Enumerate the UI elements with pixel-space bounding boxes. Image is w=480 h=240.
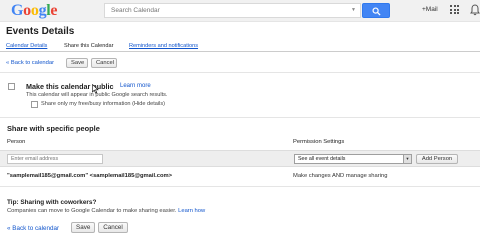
chevron-down-icon[interactable]: ▼	[351, 7, 356, 13]
top-bar: Google ▼ +Mail	[0, 0, 480, 22]
back-to-calendar-link-bottom[interactable]: « Back to calendar	[7, 225, 59, 232]
learn-how-link[interactable]: Learn how	[178, 208, 205, 214]
permission-selected-value: See all event details	[298, 156, 346, 162]
freebusy-checkbox[interactable]	[31, 101, 38, 108]
learn-more-link[interactable]: Learn more	[120, 83, 151, 89]
divider	[0, 117, 480, 118]
save-button-top[interactable]: Save	[66, 58, 88, 68]
public-description: This calendar will appear in public Goog…	[26, 92, 168, 98]
page-title: Events Details	[6, 26, 75, 37]
cancel-button-bottom[interactable]: Cancel	[98, 222, 128, 233]
divider	[0, 186, 480, 187]
google-logo[interactable]: Google	[11, 2, 58, 20]
permission-dropdown[interactable]: See all event details ▼	[294, 154, 412, 164]
person-column-header: Person	[7, 139, 26, 145]
chevron-down-icon[interactable]: ▼	[403, 155, 411, 163]
cancel-button-top[interactable]: Cancel	[91, 58, 117, 68]
permission-column-header: Permission Settings	[293, 139, 345, 145]
tab-share-this-calendar[interactable]: Share this Calendar	[64, 43, 113, 49]
tab-reminders-notifications[interactable]: Reminders and notifications	[129, 43, 198, 49]
search-button[interactable]	[362, 3, 390, 18]
search-icon	[372, 7, 381, 16]
search-input[interactable]	[105, 4, 345, 17]
apps-grid-icon[interactable]	[450, 5, 459, 14]
share-specific-heading: Share with specific people	[7, 124, 100, 133]
plus-mail-link[interactable]: +Mail	[422, 6, 438, 13]
divider	[0, 72, 480, 73]
bell-icon[interactable]	[470, 4, 480, 16]
search-box[interactable]: ▼	[104, 3, 361, 18]
tab-bar: Calendar Details Share this Calendar Rem…	[0, 41, 480, 52]
tab-calendar-details[interactable]: Calendar Details	[6, 43, 47, 49]
freebusy-label: Share only my free/busy information (Hid…	[41, 101, 166, 107]
shared-person-permission: Make changes AND manage sharing	[293, 173, 388, 179]
add-person-button[interactable]: Add Person	[416, 154, 458, 164]
tip-heading: Tip: Sharing with coworkers?	[7, 199, 97, 206]
tip-text: Companies can move to Google Calendar to…	[7, 208, 177, 214]
make-public-checkbox[interactable]	[8, 83, 15, 90]
back-to-calendar-link-top[interactable]: « Back to calendar	[6, 60, 54, 66]
save-button-bottom[interactable]: Save	[71, 222, 95, 233]
tip-body: Companies can move to Google Calendar to…	[7, 208, 205, 214]
shared-person-email: "samplemail185@gmail.com" <samplemail185…	[7, 173, 173, 179]
make-public-label: Make this calendar public	[26, 82, 114, 91]
email-field[interactable]	[7, 154, 103, 164]
